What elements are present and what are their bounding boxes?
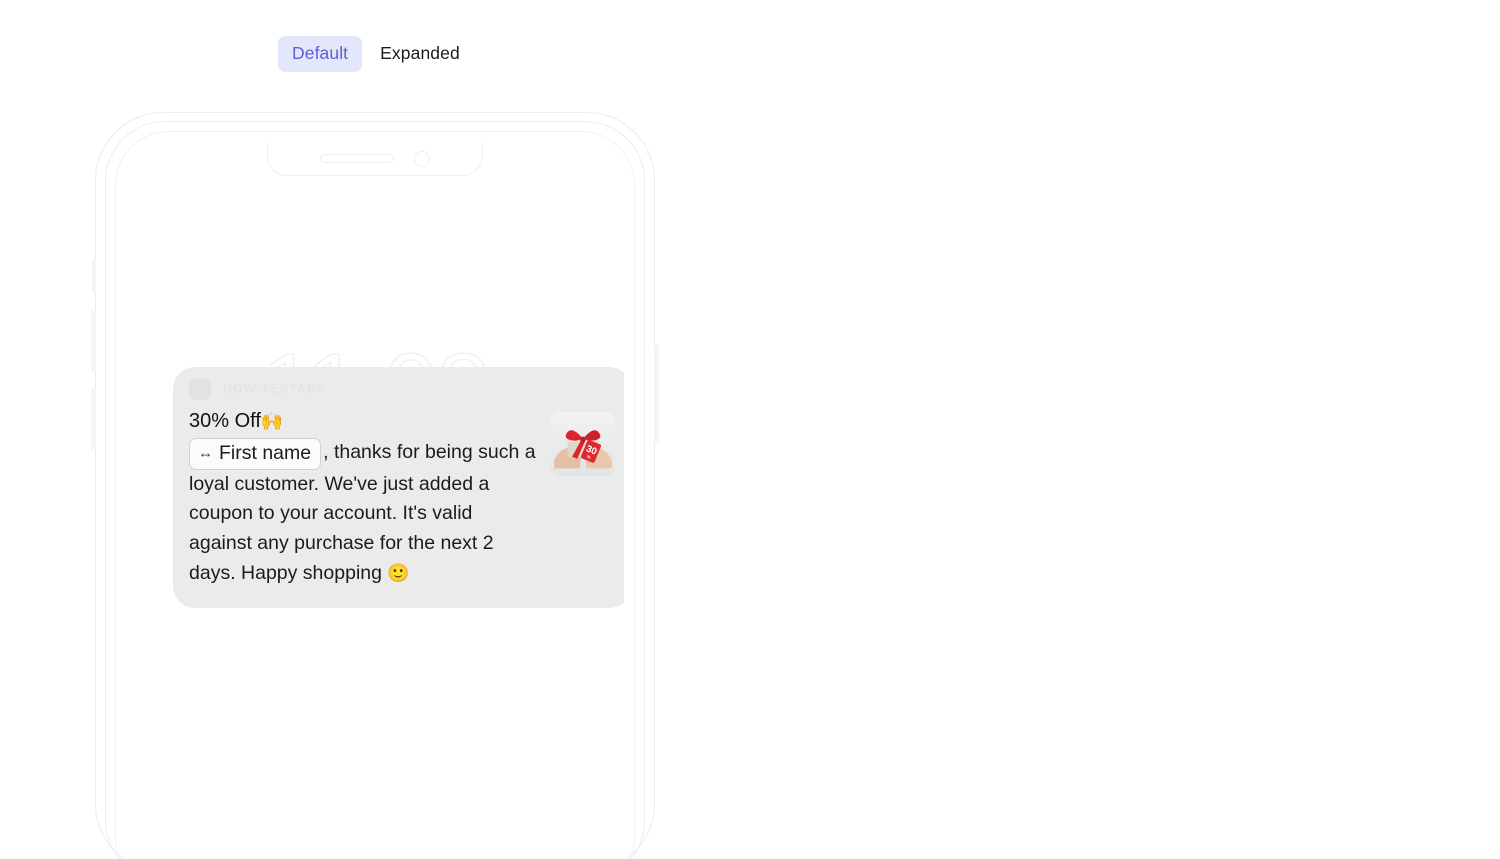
raising-hands-emoji: 🙌	[260, 411, 284, 431]
phone-screen-default: 11:08 NOW TESTAPP 30% Off🙌 ↔First name, …	[126, 142, 624, 859]
preview-panel-expanded: Default Expanded 11:11	[750, 0, 1500, 859]
notification-text-column: 30% Off🙌 ↔ First name, thanks for being s…	[189, 409, 539, 588]
notification-body: 30% Off🙌 ↔ First name, thanks for being s…	[173, 405, 624, 608]
token-label: First name	[219, 442, 312, 465]
notification-title-text: 30% Off	[189, 410, 261, 432]
slightly-smiling-face-emoji: 🙂	[387, 562, 410, 583]
notification-card[interactable]: NOW TESTAPP 30% Off🙌 ↔ First name, thanks…	[173, 367, 624, 609]
tab-default[interactable]: Default	[278, 36, 363, 72]
view-mode-toggle-default: Default Expanded	[278, 36, 474, 72]
app-name-label: NOW TESTAPP	[223, 382, 326, 396]
preview-stage: Default Expanded 11:08	[0, 0, 1500, 859]
phone-notch	[267, 142, 483, 176]
left-right-arrow-icon: ↔	[198, 444, 213, 462]
earpiece-speaker-icon	[320, 154, 394, 163]
volume-up-button[interactable]	[91, 310, 96, 372]
notification-message: ↔ First name, thanks for being such a loy…	[189, 438, 539, 588]
preview-panel-default: Default Expanded 11:08	[0, 0, 750, 859]
front-camera-icon	[414, 150, 430, 167]
notification-title: 30% Off🙌	[189, 409, 539, 434]
phone-mockup-default: 11:08 NOW TESTAPP 30% Off🙌 ↔First name, …	[91, 112, 659, 859]
tab-expanded[interactable]: Expanded	[366, 36, 474, 72]
notification-header: NOW TESTAPP	[173, 367, 624, 405]
mute-switch[interactable]	[92, 260, 96, 292]
power-button[interactable]	[654, 344, 659, 442]
volume-down-button[interactable]	[91, 388, 96, 450]
personalization-token-first-name[interactable]: ↔ First name	[189, 438, 322, 470]
notification-thumbnail: 30 %	[551, 412, 615, 476]
app-icon	[189, 378, 211, 400]
